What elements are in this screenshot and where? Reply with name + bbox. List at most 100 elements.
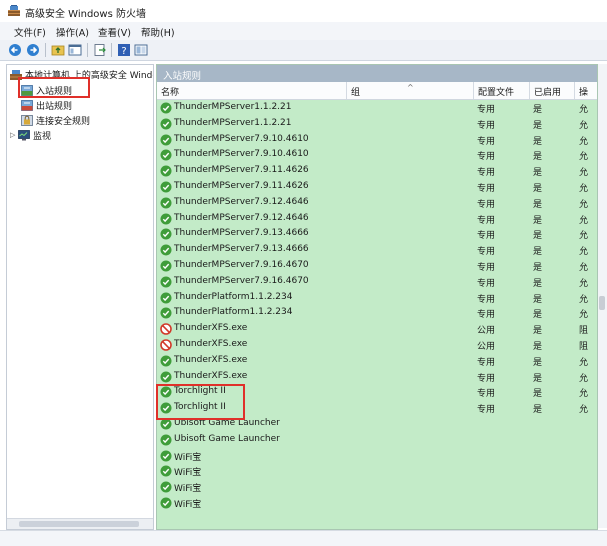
forward-arrow-icon[interactable] (26, 43, 40, 57)
allow-rule-icon (160, 497, 172, 509)
table-row[interactable]: ThunderMPServer7.9.11.4626 专用 是 允 (157, 163, 597, 179)
rule-action: 允 (579, 105, 589, 115)
rule-profile: 专用 (477, 136, 496, 147)
table-row[interactable]: ThunderMPServer7.9.10.4610 专用 是 允 (157, 147, 597, 163)
firewall-app-icon (8, 5, 20, 16)
rule-action: 允 (579, 310, 589, 321)
firewall-icon (10, 69, 22, 80)
title-bar: 高级安全 Windows 防火墙 (0, 0, 607, 22)
table-row[interactable]: ThunderPlatform1.1.2.234 专用 是 允 (157, 305, 597, 321)
table-row[interactable]: ThunderMPServer7.9.16.4670 专用 是 允 (157, 258, 597, 274)
allow-rule-icon (160, 292, 172, 304)
rule-name: WiFi宝 (174, 499, 202, 510)
table-row[interactable]: ThunderMPServer7.9.11.4626 专用 是 允 (157, 179, 597, 195)
column-header-profile[interactable]: 配置文件 (478, 85, 514, 98)
allow-rule-icon (160, 197, 172, 209)
help-icon[interactable]: ? (117, 43, 131, 57)
table-row[interactable]: WiFi宝 (157, 479, 597, 495)
column-header-enabled[interactable]: 已启用 (534, 85, 561, 98)
rule-profile: 专用 (477, 405, 496, 416)
allow-rule-icon (160, 450, 172, 462)
panel-icon[interactable] (68, 43, 82, 57)
table-row[interactable]: ThunderPlatform1.1.2.234 专用 是 允 (157, 290, 597, 306)
rule-profile: 专用 (477, 294, 496, 305)
rule-enabled: 是 (533, 357, 543, 368)
export-icon[interactable] (93, 43, 107, 57)
rule-action: 阻 (579, 341, 589, 352)
column-header-group[interactable]: 组 (351, 85, 360, 98)
expand-triangle-icon[interactable]: ▷ (10, 131, 18, 139)
rule-name: ThunderXFS.exe (174, 354, 248, 365)
table-row[interactable]: WiFi宝 (157, 495, 597, 511)
view-icon[interactable] (134, 43, 148, 57)
table-row[interactable]: ThunderXFS.exe 专用 是 允 (157, 369, 597, 385)
rule-name: ThunderXFS.exe (174, 370, 248, 381)
menu-view[interactable]: 查看(V) (98, 25, 131, 39)
menu-file[interactable]: 文件(F) (14, 25, 46, 39)
column-divider[interactable] (473, 82, 474, 99)
table-row[interactable]: Torchlight II 专用 是 允 (157, 384, 597, 400)
allow-rule-icon (160, 355, 172, 367)
tree-item-connection-security-rules[interactable]: 连接安全规则 (21, 113, 90, 127)
allow-rule-icon (160, 276, 172, 288)
menu-action[interactable]: 操作(A) (56, 25, 89, 39)
rule-enabled: 是 (533, 136, 543, 147)
tree-item-inbound-rules[interactable]: 入站规则 (21, 83, 72, 97)
table-row[interactable]: WiFi宝 (157, 463, 597, 479)
rule-action: 允 (579, 373, 589, 384)
rule-name: ThunderMPServer7.9.13.4666 (174, 228, 309, 239)
rule-action: 允 (579, 357, 589, 368)
column-divider[interactable] (529, 82, 530, 99)
allow-rule-icon (160, 434, 172, 446)
column-divider[interactable] (346, 82, 347, 99)
table-row[interactable]: ThunderMPServer7.9.12.4646 专用 是 允 (157, 195, 597, 211)
menu-help[interactable]: 帮助(H) (141, 25, 175, 39)
back-arrow-icon[interactable] (8, 43, 22, 57)
table-row[interactable]: ThunderXFS.exe 专用 是 允 (157, 353, 597, 369)
tree-item-label: 监视 (33, 131, 52, 142)
column-header-action[interactable]: 操 (579, 85, 588, 98)
table-row[interactable]: ThunderMPServer7.9.13.4666 专用 是 允 (157, 242, 597, 258)
rules-list-pane: 入站规则 名称 组 ^ 配置文件 已启用 操 ThunderMPServer1.… (156, 64, 598, 530)
scrollbar-thumb[interactable] (19, 521, 139, 527)
allow-rule-icon (160, 307, 172, 319)
scrollbar-thumb[interactable] (599, 296, 605, 310)
tree-root[interactable]: 本地计算机 上的高级安全 Windows (10, 67, 153, 81)
folder-up-icon[interactable] (51, 43, 65, 57)
table-row[interactable]: ThunderMPServer7.9.10.4610 专用 是 允 (157, 132, 597, 148)
table-row[interactable]: Ubisoft Game Launcher (157, 416, 597, 432)
table-row[interactable]: ThunderXFS.exe 公用 是 阻 (157, 337, 597, 353)
rule-name: ThunderMPServer7.9.12.4646 (174, 212, 309, 223)
table-row[interactable]: ThunderXFS.exe 公用 是 阻 (157, 321, 597, 337)
connection-security-icon (21, 114, 33, 126)
rule-name: ThunderMPServer7.9.11.4626 (174, 180, 309, 191)
rule-name: ThunderMPServer7.9.10.4610 (174, 133, 309, 144)
window-title: 高级安全 Windows 防火墙 (25, 9, 146, 20)
tree-item-outbound-rules[interactable]: 出站规则 (21, 98, 72, 112)
column-divider[interactable] (574, 82, 575, 99)
vertical-scrollbar[interactable] (598, 64, 607, 528)
table-row[interactable]: WiFi宝 (157, 448, 597, 464)
table-row[interactable]: ThunderMPServer1.1.2.21 专用 是 允 (157, 100, 597, 116)
tree-item-monitoring[interactable]: ▷ 监视 (10, 128, 51, 142)
rule-profile: 专用 (477, 310, 496, 321)
column-header-name[interactable]: 名称 (161, 85, 179, 98)
rule-enabled: 是 (533, 262, 543, 273)
horizontal-scrollbar[interactable] (7, 518, 153, 529)
table-row[interactable]: ThunderMPServer7.9.16.4670 专用 是 允 (157, 274, 597, 290)
rule-name: Ubisoft Game Launcher (174, 433, 280, 444)
table-row[interactable]: ThunderMPServer7.9.12.4646 专用 是 允 (157, 211, 597, 227)
rule-profile: 专用 (477, 357, 496, 368)
rule-enabled: 是 (533, 199, 543, 210)
table-row[interactable]: ThunderMPServer1.1.2.21 专用 是 允 (157, 116, 597, 132)
table-row[interactable]: ThunderMPServer7.9.13.4666 专用 是 允 (157, 226, 597, 242)
rule-name: ThunderPlatform1.1.2.234 (174, 291, 293, 302)
table-row[interactable]: Ubisoft Game Launcher (157, 432, 597, 448)
rule-action: 允 (579, 405, 589, 416)
rule-name: Torchlight II (174, 402, 226, 413)
allow-rule-icon (160, 149, 172, 161)
table-row[interactable]: Torchlight II 专用 是 允 (157, 400, 597, 416)
rule-action: 允 (579, 262, 589, 273)
rule-profile: 专用 (477, 120, 496, 131)
rule-name: WiFi宝 (174, 484, 202, 495)
